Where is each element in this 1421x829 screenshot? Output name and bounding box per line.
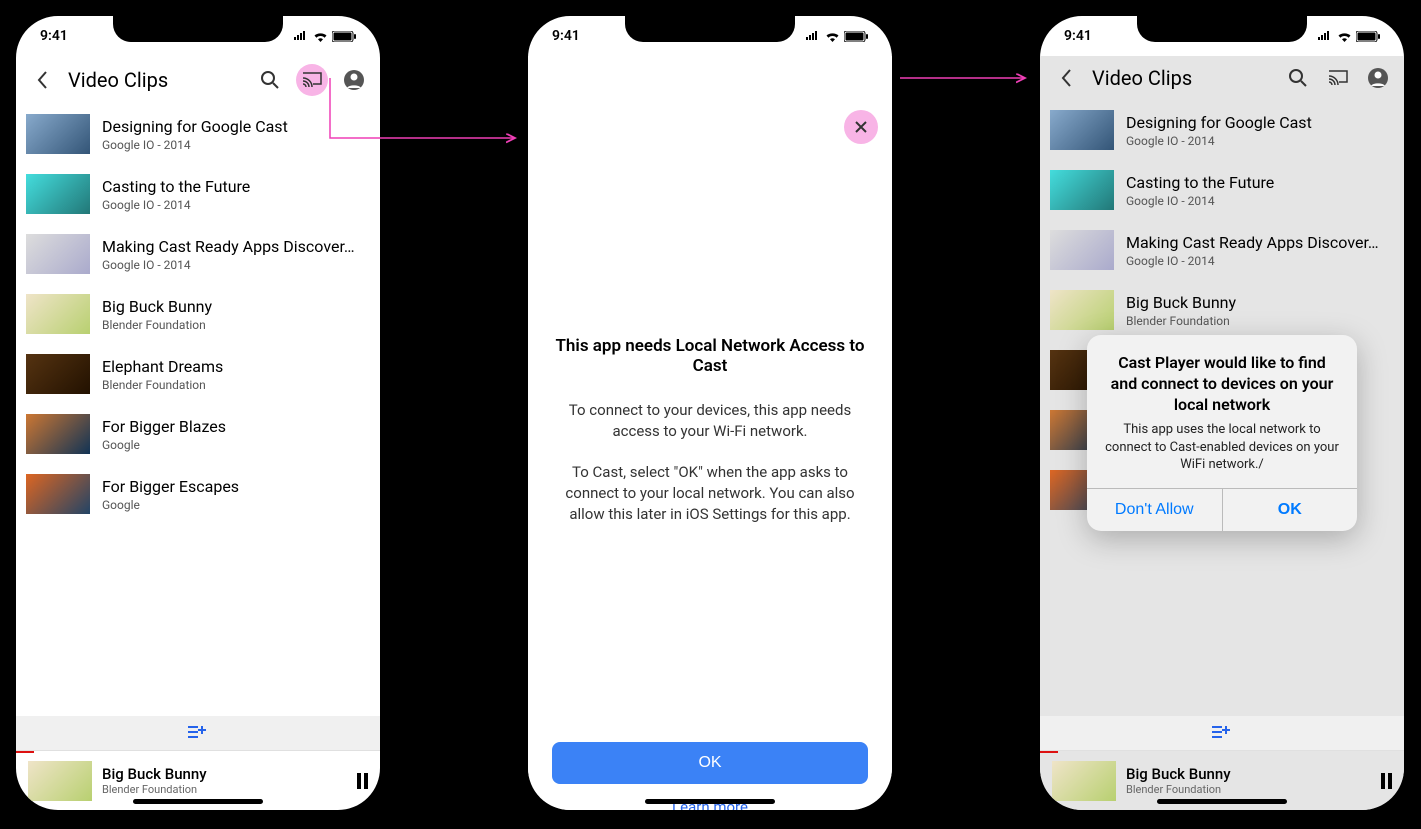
home-indicator[interactable] [133, 799, 263, 804]
home-indicator[interactable] [645, 799, 775, 804]
flow-arrow [0, 0, 1421, 829]
home-indicator[interactable] [1157, 799, 1287, 804]
